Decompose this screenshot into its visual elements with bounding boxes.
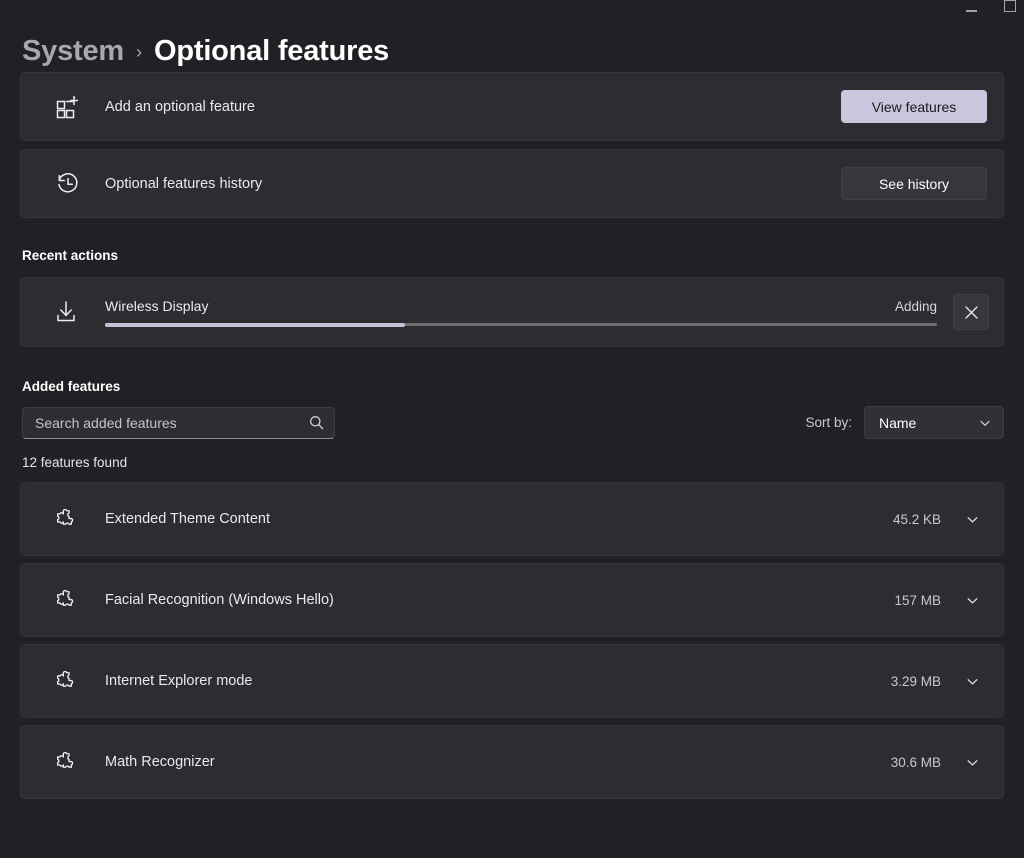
- feature-row[interactable]: Internet Explorer mode 3.29 MB: [20, 644, 1004, 718]
- breadcrumb-separator-icon: ›: [135, 41, 142, 62]
- recent-action-toprow: Wireless Display Adding: [105, 298, 937, 323]
- chevron-down-icon[interactable]: [959, 675, 985, 688]
- download-icon: [39, 299, 83, 325]
- recent-action-name: Wireless Display: [105, 298, 209, 314]
- feature-size: 157 MB: [894, 592, 941, 608]
- see-history-button[interactable]: See history: [841, 167, 987, 200]
- feature-row[interactable]: Math Recognizer 30.6 MB: [20, 725, 1004, 799]
- puzzle-piece-icon: [39, 750, 83, 774]
- feature-name: Math Recognizer: [105, 754, 215, 770]
- sort-by-dropdown[interactable]: Name: [864, 406, 1004, 439]
- add-optional-feature-label: Add an optional feature: [105, 98, 255, 115]
- sort-by-value: Name: [879, 414, 917, 431]
- recent-action-status: Adding: [894, 299, 937, 314]
- cancel-action-button[interactable]: [953, 294, 989, 330]
- feature-row[interactable]: Facial Recognition (Windows Hello) 157 MB: [20, 563, 1004, 637]
- feature-size: 30.6 MB: [890, 754, 941, 770]
- feature-size: 3.29 MB: [890, 673, 941, 689]
- breadcrumb: System › Optional features: [20, 0, 1004, 72]
- chevron-down-icon[interactable]: [959, 513, 985, 526]
- recent-action-body: Wireless Display Adding: [83, 298, 947, 327]
- recent-actions-heading: Recent actions: [22, 248, 119, 263]
- progress-bar: [105, 322, 937, 327]
- feature-row[interactable]: Extended Theme Content 45.2 KB: [20, 482, 1004, 556]
- recent-action-row: Wireless Display Adding: [20, 277, 1004, 347]
- optional-features-history-card: Optional features history See history: [20, 149, 1004, 218]
- features-found-count: 12 features found: [22, 455, 128, 470]
- feature-size: 45.2 KB: [892, 511, 941, 527]
- added-features-heading: Added features: [22, 379, 121, 394]
- feature-name: Internet Explorer mode: [105, 673, 253, 689]
- feature-name: Facial Recognition (Windows Hello): [105, 592, 334, 608]
- chevron-down-icon: [979, 417, 991, 429]
- sort-by-label: Sort by:: [805, 415, 852, 430]
- feature-name: Extended Theme Content: [105, 511, 270, 527]
- progress-bar-fill: [105, 322, 405, 327]
- search-added-features-box[interactable]: [22, 406, 335, 439]
- puzzle-piece-icon: [39, 507, 83, 531]
- history-clock-icon: [39, 171, 83, 197]
- add-optional-feature-card: Add an optional feature View features: [20, 72, 1004, 141]
- page-title: Optional features: [153, 34, 390, 67]
- breadcrumb-parent-link[interactable]: System: [22, 35, 124, 68]
- filter-row: Sort by: Name: [20, 406, 1004, 439]
- view-features-button[interactable]: View features: [841, 90, 987, 123]
- puzzle-piece-icon: [39, 588, 83, 612]
- chevron-down-icon[interactable]: [959, 756, 985, 769]
- puzzle-piece-icon: [39, 669, 83, 693]
- chevron-down-icon[interactable]: [959, 594, 985, 607]
- optional-features-history-label: Optional features history: [105, 175, 263, 192]
- settings-page: System › Optional features Add an option…: [0, 0, 1024, 799]
- sort-controls: Sort by: Name: [805, 406, 1004, 439]
- search-input[interactable]: [35, 414, 309, 431]
- search-icon[interactable]: [309, 415, 324, 430]
- add-feature-grid-icon: [39, 94, 83, 120]
- added-features-list: Extended Theme Content 45.2 KB Facial Reco…: [20, 482, 1004, 799]
